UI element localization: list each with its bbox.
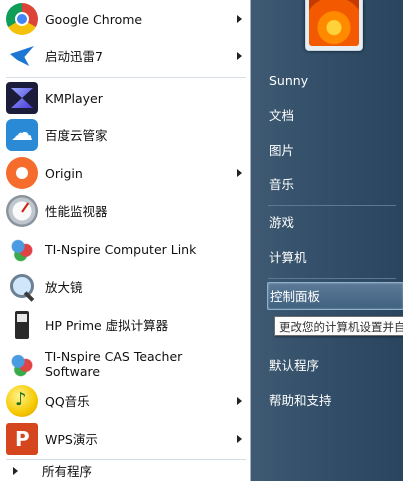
separator [268,205,396,206]
submenu-arrow-icon [237,435,242,443]
submenu-arrow-icon [237,169,242,177]
program-label: HP Prime 虚拟计算器 [45,317,169,333]
link-pictures[interactable]: 图片 [251,137,403,165]
link-computer[interactable]: 计算机 [251,244,403,272]
magnifier-icon [6,271,38,303]
program-qq-music[interactable]: QQ音乐 [4,384,246,418]
submenu-arrow-icon [237,15,242,23]
all-programs-button[interactable]: 所有程序 [0,460,250,481]
program-label: Origin [45,165,83,181]
start-menu: Google Chrome 启动迅雷7 KMPlayer 百度云管家 Origi… [0,0,403,481]
program-label: 启动迅雷7 [45,48,103,64]
program-label: WPS演示 [45,431,98,447]
link-music[interactable]: 音乐 [251,171,403,199]
link-control-panel[interactable]: 控制面板 [267,282,403,310]
program-ti-nspire-link[interactable]: TI-Nspire Computer Link [4,232,246,266]
program-origin[interactable]: Origin [4,156,246,190]
program-xunlei[interactable]: 启动迅雷7 [4,39,246,73]
program-label: Google Chrome [45,11,143,27]
submenu-arrow-icon [237,52,242,60]
submenu-arrow-icon [237,397,242,405]
user-photo [309,0,359,46]
hp-calculator-icon [6,309,38,341]
qq-music-icon [6,385,38,417]
xunlei-icon [6,40,38,72]
program-label-line2: Software [45,364,101,379]
link-documents[interactable]: 文档 [251,102,403,130]
link-games[interactable]: 游戏 [251,209,403,237]
performance-monitor-icon [6,195,38,227]
right-pane: Sunny 文档 图片 音乐 游戏 计算机 控制面板 默认程序 帮助和支持 [251,0,403,481]
program-baidu-cloud[interactable]: 百度云管家 [4,118,246,152]
program-label: 性能监视器 [45,203,108,219]
ti-nspire-cas-icon [6,348,38,380]
program-label: 百度云管家 [45,127,108,143]
baidu-cloud-icon [6,119,38,151]
program-list: Google Chrome 启动迅雷7 KMPlayer 百度云管家 Origi… [0,0,251,481]
program-label: TI-Nspire Computer Link [45,241,197,257]
program-label: KMPlayer [45,90,103,106]
program-performance-monitor[interactable]: 性能监视器 [4,194,246,228]
program-label: TI-Nspire CAS Teacher Software [45,349,182,379]
wps-icon [6,423,38,455]
all-programs-label: 所有程序 [42,464,93,479]
user-picture[interactable] [305,0,363,51]
program-label: 放大镜 [45,279,83,295]
kmplayer-icon [6,82,38,114]
link-default-programs[interactable]: 默认程序 [251,352,403,380]
tooltip: 更改您的计算机设置并自 [274,316,403,336]
link-help-support[interactable]: 帮助和支持 [251,387,403,415]
origin-icon [6,157,38,189]
program-hp-prime[interactable]: HP Prime 虚拟计算器 [4,308,246,342]
program-google-chrome[interactable]: Google Chrome [4,2,246,36]
program-label: QQ音乐 [45,393,90,409]
expand-arrow-icon [13,466,18,475]
link-user[interactable]: Sunny [251,67,403,95]
separator [6,77,246,78]
program-label-line1: TI-Nspire CAS Teacher [45,349,183,364]
ti-nspire-icon [6,233,38,265]
program-ti-nspire-cas[interactable]: TI-Nspire CAS Teacher Software [4,346,246,382]
program-wps[interactable]: WPS演示 [4,422,246,456]
chrome-icon [6,3,38,35]
program-magnifier[interactable]: 放大镜 [4,270,246,304]
program-kmplayer[interactable]: KMPlayer [4,81,246,115]
separator [268,278,396,279]
